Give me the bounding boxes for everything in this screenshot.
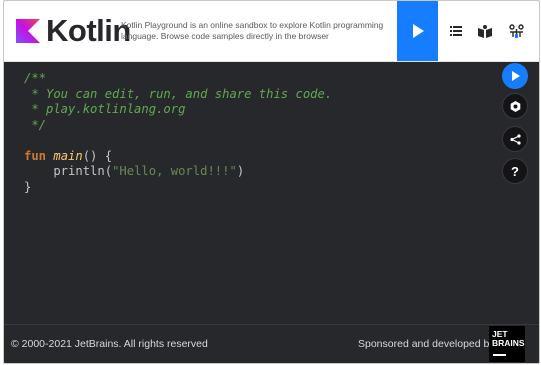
list-icon [450, 26, 462, 36]
footer: © 2000-2021 JetBrains. All rights reserv… [4, 324, 539, 363]
code-editor[interactable]: /** * You can edit, run, and share this … [4, 62, 539, 324]
function-signature: () { [82, 148, 113, 163]
jetbrains-logo[interactable]: JET BRAINS [489, 326, 525, 362]
code-area[interactable]: /** * You can edit, run, and share this … [24, 71, 332, 195]
share-icon [509, 133, 521, 145]
close-paren: ) [236, 164, 245, 178]
play-icon [511, 71, 520, 81]
jetbrains-logo-text: JET BRAINS [492, 329, 525, 348]
jetbrains-logo-bar [493, 354, 506, 356]
comment-line: * You can edit, run, and share this code… [24, 86, 333, 101]
nodes-icon [508, 23, 524, 38]
sidebar-help-button[interactable]: ? [502, 158, 528, 184]
settings-button[interactable] [498, 1, 534, 61]
comment-line: */ [24, 117, 47, 132]
copyright-text: © 2000-2021 JetBrains. All rights reserv… [11, 338, 208, 350]
println-call: println( [24, 164, 113, 178]
function-name: main [53, 148, 83, 163]
comment-line: /** [24, 71, 47, 85]
comment-line: * play.kotlinlang.org [24, 102, 186, 116]
tagline: Kotlin Playground is an online sandbox t… [121, 20, 384, 41]
help-icon: ? [511, 163, 519, 179]
book-icon [478, 24, 492, 38]
string-literal: "Hello, world!!!" [112, 164, 237, 178]
run-button[interactable] [397, 1, 438, 61]
sidebar-run-button[interactable] [502, 63, 528, 89]
kotlin-logo-icon [16, 19, 40, 43]
sidebar-share-button[interactable] [502, 126, 528, 152]
gear-icon [510, 100, 520, 112]
close-brace: } [24, 179, 32, 194]
playground-window: Kotlin Kotlin Playground is an online sa… [3, 0, 540, 364]
play-icon [412, 24, 424, 38]
sidebar-settings-button[interactable] [502, 93, 528, 119]
kotlin-logo[interactable]: Kotlin [16, 15, 131, 47]
keyword-fun: fun [24, 148, 47, 163]
sponsor-text: Sponsored and developed by [358, 338, 495, 350]
logo-text: Kotlin [46, 13, 131, 48]
header: Kotlin Kotlin Playground is an online sa… [4, 1, 539, 62]
